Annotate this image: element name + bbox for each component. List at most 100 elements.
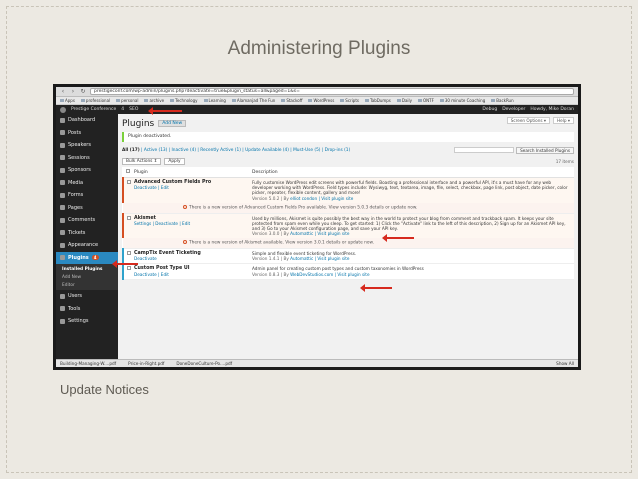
bookmark[interactable]: Daily bbox=[397, 98, 412, 103]
forms-icon bbox=[60, 192, 65, 198]
wp-admin-screen: ‹ › ↻ prestigeconf.com/wp-admin/plugins.… bbox=[56, 87, 578, 367]
slide-caption: Update Notices bbox=[60, 382, 149, 397]
back-icon[interactable]: ‹ bbox=[60, 88, 66, 95]
plugin-actions[interactable]: Deactivate bbox=[134, 256, 246, 261]
wordpress-logo-icon[interactable] bbox=[60, 106, 66, 113]
sidebar-item-appearance[interactable]: Appearance bbox=[56, 239, 118, 252]
plugin-meta: Version 1.4.1 | By Automattic | Visit pl… bbox=[252, 256, 350, 262]
bookmark[interactable]: professional bbox=[81, 98, 110, 103]
forward-icon[interactable]: › bbox=[70, 88, 76, 95]
add-new-button[interactable]: Add New bbox=[158, 120, 187, 127]
sidebar-item-media[interactable]: Media bbox=[56, 177, 118, 190]
show-all-downloads[interactable]: Show All bbox=[556, 361, 574, 366]
bookmark[interactable]: personal bbox=[116, 98, 138, 103]
row-checkbox[interactable] bbox=[127, 266, 131, 271]
submenu-editor[interactable]: Editor bbox=[56, 281, 118, 289]
plugin-meta: Version 3.0.0 | By Automattic | Visit pl… bbox=[252, 231, 350, 237]
sidebar-item-settings[interactable]: Settings bbox=[56, 315, 118, 328]
table-row: Advanced Custom Fields Pro Deactivate | E… bbox=[122, 177, 574, 203]
column-header-description: Description bbox=[249, 167, 574, 178]
reload-icon[interactable]: ↻ bbox=[80, 88, 86, 95]
plugin-search-input[interactable] bbox=[454, 147, 515, 153]
plugin-site-link[interactable]: | Visit plugin site bbox=[333, 272, 370, 277]
download-item[interactable]: Building-Managing-W....pdf bbox=[60, 361, 116, 366]
user-greeting[interactable]: Howdy, Mike Doran bbox=[530, 107, 574, 112]
update-notice-row: There is a new version of Advanced Custo… bbox=[123, 202, 574, 214]
pin-icon bbox=[60, 155, 65, 161]
item-count: 17 items bbox=[555, 158, 574, 164]
media-icon bbox=[60, 180, 65, 186]
page-title: Plugins bbox=[122, 118, 155, 129]
bookmark[interactable]: archive bbox=[144, 98, 164, 103]
plugin-filters: All (17) | Active (13) | Inactive (4) | … bbox=[122, 146, 574, 155]
wp-admin-bar: Prestige Conference 4 SEO Debug Develope… bbox=[56, 105, 578, 114]
debug-menu[interactable]: Debug bbox=[482, 107, 497, 112]
plugin-site-link[interactable]: | Visit plugin site bbox=[313, 231, 350, 236]
screen-options-button[interactable]: Screen Options ▾ bbox=[506, 117, 551, 124]
sidebar-item-speakers[interactable]: Speakers bbox=[56, 139, 118, 152]
author-link[interactable]: elliot condon bbox=[290, 196, 317, 201]
plug-icon bbox=[60, 255, 65, 261]
apply-button[interactable]: Apply bbox=[164, 157, 185, 165]
tickets-icon bbox=[60, 230, 65, 236]
sidebar-item-tools[interactable]: Tools bbox=[56, 303, 118, 316]
bookmark[interactable]: TabDumps bbox=[365, 98, 391, 103]
row-checkbox[interactable] bbox=[127, 215, 131, 220]
download-item[interactable]: DoneDoneCulture-Po....pdf bbox=[176, 361, 232, 366]
table-row: CampTix Event Ticketing Deactivate Simple… bbox=[122, 248, 574, 265]
plugin-actions[interactable]: Settings | Deactivate | Edit bbox=[134, 221, 246, 226]
author-link[interactable]: Automattic bbox=[290, 256, 313, 261]
bookmark[interactable]: BackRun bbox=[491, 98, 513, 103]
bookmark[interactable]: Technology bbox=[170, 98, 197, 103]
status-filter-links[interactable]: All (17) | Active (13) | Inactive (4) | … bbox=[122, 148, 350, 153]
bookmark[interactable]: WordPress bbox=[308, 98, 334, 103]
sidebar-item-plugins[interactable]: Plugins 4 bbox=[56, 251, 118, 264]
sidebar-item-sessions[interactable]: Sessions bbox=[56, 152, 118, 165]
sidebar-item-sponsors[interactable]: Sponsors bbox=[56, 164, 118, 177]
update-notice-text[interactable]: There is a new version of Advanced Custo… bbox=[189, 205, 417, 210]
seo-menu[interactable]: SEO bbox=[129, 107, 138, 112]
bookmark[interactable]: Apps bbox=[60, 98, 75, 103]
row-checkbox[interactable] bbox=[127, 180, 131, 184]
select-all-checkbox[interactable] bbox=[126, 169, 130, 173]
bookmark[interactable]: Scripts bbox=[340, 98, 359, 103]
bookmark[interactable]: 30 minute Coaching bbox=[440, 98, 485, 103]
download-item[interactable]: Price-in-Right.pdf bbox=[128, 361, 164, 366]
update-notice-text[interactable]: There is a new version of Akismet availa… bbox=[189, 241, 374, 246]
settings-icon bbox=[60, 318, 65, 324]
author-link[interactable]: WebDevStudios.com bbox=[290, 272, 333, 277]
page-header: Plugins Add New Screen Options ▾ Help ▾ bbox=[122, 117, 574, 130]
author-link[interactable]: Automattic bbox=[290, 231, 313, 236]
bookmark[interactable]: Alamanjad The Fun bbox=[232, 98, 275, 103]
comments-icon bbox=[60, 217, 65, 223]
sidebar-item-forms[interactable]: Forms bbox=[56, 189, 118, 202]
submenu-installed-plugins[interactable]: Installed Plugins bbox=[56, 265, 118, 273]
developer-menu[interactable]: Developer bbox=[502, 107, 525, 112]
bookmark[interactable]: Stackoff bbox=[281, 98, 302, 103]
bookmark[interactable]: ONTF bbox=[418, 98, 434, 103]
browser-toolbar: ‹ › ↻ prestigeconf.com/wp-admin/plugins.… bbox=[56, 87, 578, 97]
site-name-link[interactable]: Prestige Conference bbox=[71, 107, 116, 112]
plugin-site-link[interactable]: | Visit plugin site bbox=[317, 196, 353, 201]
annotation-arrow-adminbar bbox=[148, 107, 182, 115]
plugin-actions[interactable]: Deactivate | Edit bbox=[134, 272, 246, 277]
submenu-add-new[interactable]: Add New bbox=[56, 273, 118, 281]
sidebar-item-posts[interactable]: Posts bbox=[56, 127, 118, 140]
updates-count[interactable]: 4 bbox=[121, 107, 124, 112]
search-plugins-button[interactable]: Search Installed Plugins bbox=[516, 147, 574, 154]
sidebar-item-users[interactable]: Users bbox=[56, 290, 118, 303]
sidebar-item-comments[interactable]: Comments bbox=[56, 214, 118, 227]
row-checkbox[interactable] bbox=[127, 251, 131, 256]
column-header-plugin[interactable]: Plugin bbox=[131, 167, 249, 178]
bookmark[interactable]: Learning bbox=[204, 98, 226, 103]
slide-title: Administering Plugins bbox=[227, 38, 411, 59]
sidebar-item-pages[interactable]: Pages bbox=[56, 202, 118, 215]
sidebar-item-dashboard[interactable]: Dashboard bbox=[56, 114, 118, 127]
help-button[interactable]: Help ▾ bbox=[553, 117, 574, 124]
plugin-site-link[interactable]: | Visit plugin site bbox=[313, 256, 350, 261]
pin-icon bbox=[60, 130, 65, 136]
plugin-actions[interactable]: Deactivate | Edit bbox=[134, 185, 246, 190]
bulk-actions-select[interactable]: Bulk Actions ⇕ bbox=[122, 157, 162, 165]
address-bar[interactable]: prestigeconf.com/wp-admin/plugins.php?de… bbox=[90, 88, 574, 95]
sidebar-item-tickets[interactable]: Tickets bbox=[56, 227, 118, 240]
